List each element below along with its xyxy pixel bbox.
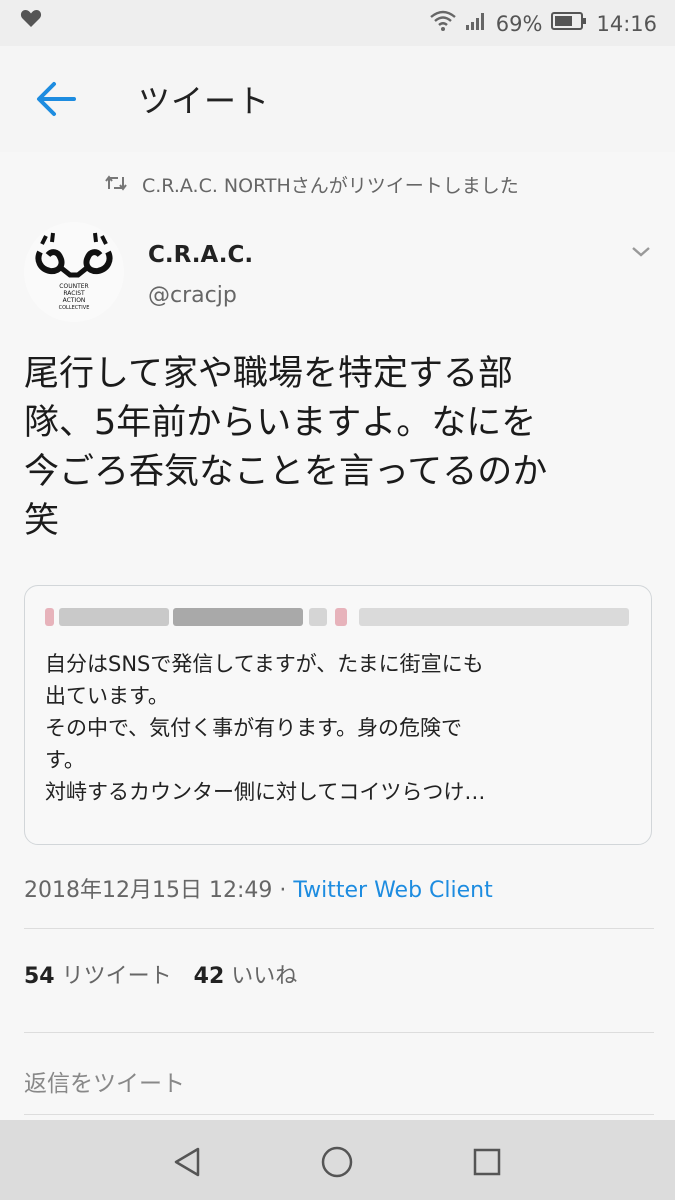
quoted-tweet-text: 自分はSNSで発信してますが、たまに街宣にも 出ています。 その中で、気付く事が… (45, 648, 635, 808)
tweet-text: 尾行して家や職場を特定する部 隊、5年前からいますよ。なにを 今ごろ呑気なことを… (24, 350, 654, 546)
heart-icon (20, 8, 42, 33)
quote-text-line: す。 (45, 748, 85, 772)
tweet-text-line: 笑 (24, 501, 60, 541)
battery-percent: 69% (495, 11, 543, 36)
likes-count: 42 (193, 964, 225, 989)
client-link[interactable]: Twitter Web Client (293, 878, 492, 903)
triangle-back-icon (168, 1147, 208, 1186)
meta-separator: · (272, 878, 294, 903)
status-right: 69% 14:16 (430, 10, 657, 37)
retweet-icon (104, 174, 128, 196)
chevron-down-icon (626, 247, 656, 266)
wifi-icon (430, 10, 456, 37)
arrow-left-icon (34, 82, 78, 121)
clock: 14:16 (596, 11, 657, 36)
back-button[interactable] (34, 81, 78, 117)
timestamp: 2018年12月15日 12:49 (24, 878, 273, 903)
app-bar: ツイート (0, 46, 675, 153)
battery-icon (551, 11, 587, 36)
quoted-author-blurred (45, 605, 630, 631)
retweets-label: リツイート (61, 964, 172, 989)
avatar-text-4: COLLECTIVE (59, 305, 90, 311)
tweet-text-line: 尾行して家や職場を特定する部 (24, 354, 513, 394)
retweets-stat[interactable]: 54 リツイート (24, 958, 172, 990)
tweet-stats: 54 リツイート 42 いいね (24, 958, 297, 990)
likes-stat[interactable]: 42 いいね (194, 958, 298, 990)
tweet-text-line: 今ごろ呑気なことを言ってるのか (24, 452, 548, 492)
retweets-count: 54 (24, 964, 55, 989)
avatar-text-3: ACTION (63, 297, 86, 304)
tweet-detail: C.R.A.C. NORTHさんがリツイートしました COUNTER RACIS… (0, 152, 675, 1120)
divider (24, 1114, 654, 1115)
tweet-meta: 2018年12月15日 12:49 · Twitter Web Client (24, 872, 493, 904)
avatar-text-2: RACIST (63, 290, 85, 297)
likes-label: いいね (231, 964, 298, 989)
retweet-notice: C.R.A.C. NORTHさんがリツイートしました (104, 171, 519, 198)
divider (24, 1032, 654, 1033)
retweet-notice-text: C.R.A.C. NORTHさんがリツイートしました (142, 175, 519, 197)
status-bar: 69% 14:16 (0, 0, 675, 46)
quoted-tweet-card[interactable]: 自分はSNSで発信してますが、たまに街宣にも 出ています。 その中で、気付く事が… (24, 585, 652, 845)
avatar-text-1: COUNTER (59, 283, 88, 290)
tweet-text-line: 隊、5年前からいますよ。なにを (24, 403, 537, 443)
quote-text-line: 出ています。 (45, 684, 169, 708)
page-title: ツイート (138, 82, 271, 120)
circle-home-icon (317, 1146, 357, 1186)
square-recents-icon (467, 1148, 507, 1186)
author-handle[interactable]: @cracjp (148, 283, 237, 308)
divider (24, 928, 654, 929)
nav-recents-button[interactable] (467, 1142, 507, 1182)
quote-text-line: その中で、気付く事が有ります。身の危険で (45, 716, 463, 740)
author-name[interactable]: C.R.A.C. (148, 242, 253, 268)
tweet-menu-button[interactable] (626, 240, 656, 262)
signal-icon (465, 11, 487, 36)
quote-text-line: 自分はSNSで発信してますが、たまに街宣にも (45, 652, 484, 676)
avatar[interactable]: COUNTER RACIST ACTION COLLECTIVE (24, 222, 124, 322)
nav-back-button[interactable] (168, 1142, 208, 1182)
quote-text-line: 対峙するカウンター側に対してコイツらつけ… (45, 780, 486, 804)
reply-input[interactable]: 返信をツイート (24, 1064, 185, 1098)
nav-home-button[interactable] (317, 1142, 357, 1182)
system-nav-bar (0, 1120, 675, 1200)
